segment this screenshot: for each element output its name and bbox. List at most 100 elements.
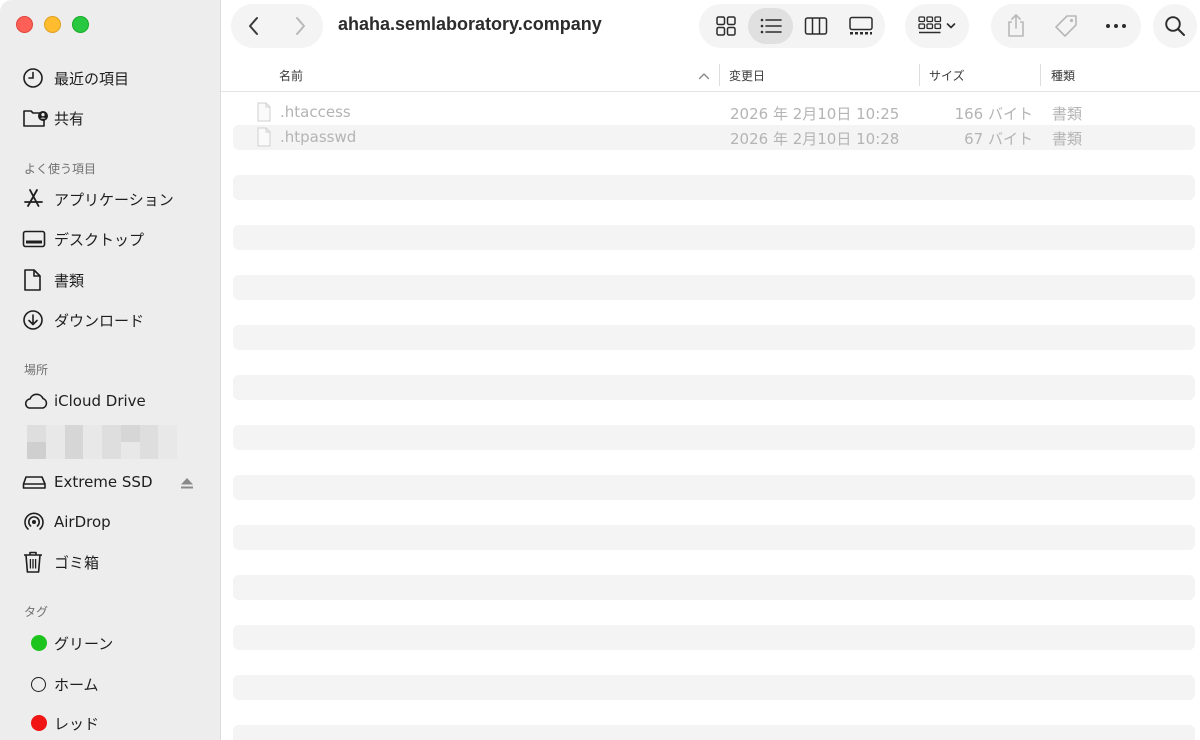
toolbar: ahaha.semlaboratory.company bbox=[221, 0, 1200, 54]
redacted-location-item[interactable] bbox=[27, 425, 177, 459]
sidebar-item-label: 最近の項目 bbox=[54, 69, 130, 88]
file-name: .htaccess bbox=[280, 103, 351, 121]
column-view-button[interactable] bbox=[793, 8, 838, 44]
chevron-left-icon bbox=[249, 17, 258, 35]
zoom-window-button[interactable] bbox=[72, 16, 89, 33]
empty-row-stripe bbox=[233, 325, 1195, 350]
file-icon bbox=[256, 127, 272, 151]
sidebar-tag-red[interactable]: レッド bbox=[22, 709, 99, 737]
column-header-name[interactable]: 名前 bbox=[279, 67, 303, 84]
sidebar-item-label: デスクトップ bbox=[54, 230, 145, 249]
sidebar-item-label: iCloud Drive bbox=[54, 392, 146, 410]
download-icon bbox=[22, 306, 54, 334]
sidebar-item-label: Extreme SSD bbox=[54, 473, 153, 491]
sidebar-item-icloud-drive[interactable]: iCloud Drive bbox=[22, 387, 146, 415]
column-header-kind[interactable]: 種類 bbox=[1051, 67, 1075, 84]
cloud-icon bbox=[22, 387, 54, 415]
green-tag-icon bbox=[22, 629, 54, 657]
columns-icon bbox=[804, 17, 827, 35]
column-divider[interactable] bbox=[1040, 64, 1041, 86]
sidebar-item-shared[interactable]: 共有 bbox=[22, 104, 84, 132]
empty-row-stripe bbox=[233, 525, 1195, 550]
locations-header: 場所 bbox=[24, 363, 49, 377]
gallery-icon bbox=[848, 16, 873, 35]
empty-row-stripe bbox=[233, 275, 1195, 300]
outline-tag-icon bbox=[22, 670, 54, 698]
forward-button[interactable] bbox=[277, 4, 323, 48]
group-by-button[interactable] bbox=[905, 4, 969, 48]
shared-folder-icon bbox=[22, 104, 54, 132]
sidebar: 最近の項目 共有 よく使う項目 アプリケーション デスクトップ 書類 ダウンロー… bbox=[0, 0, 221, 740]
file-size: 67 バイト bbox=[964, 130, 1033, 148]
search-icon bbox=[1165, 16, 1185, 36]
search-button[interactable] bbox=[1153, 4, 1197, 48]
applications-icon bbox=[22, 185, 54, 213]
sidebar-item-label: アプリケーション bbox=[54, 190, 174, 209]
sidebar-item-applications[interactable]: アプリケーション bbox=[22, 185, 174, 213]
window-title: ahaha.semlaboratory.company bbox=[338, 14, 602, 34]
back-button[interactable] bbox=[231, 4, 277, 48]
sidebar-item-extreme-ssd[interactable]: Extreme SSD bbox=[22, 468, 153, 496]
sidebar-item-trash[interactable]: ゴミ箱 bbox=[22, 548, 99, 576]
sidebar-tag-green[interactable]: グリーン bbox=[22, 629, 113, 657]
window-controls bbox=[16, 16, 89, 33]
column-header-bar: 名前 変更日 サイズ 種類 bbox=[221, 58, 1200, 92]
sidebar-tag-home[interactable]: ホーム bbox=[22, 670, 99, 698]
view-mode-selector bbox=[699, 4, 885, 48]
empty-row-stripe bbox=[233, 375, 1195, 400]
file-kind: 書類 bbox=[1052, 130, 1083, 148]
list-icon bbox=[760, 18, 782, 34]
sidebar-item-label: 書類 bbox=[54, 271, 85, 290]
desktop-icon bbox=[22, 225, 54, 253]
tag-button[interactable] bbox=[1046, 6, 1086, 46]
more-button[interactable] bbox=[1096, 6, 1136, 46]
empty-row-stripe bbox=[233, 475, 1195, 500]
empty-row-stripe bbox=[233, 675, 1195, 700]
column-header-size[interactable]: サイズ bbox=[929, 67, 965, 84]
table-row[interactable]: .htpasswd 2026 年 2月10日 10:28 67 バイト 書類 bbox=[233, 125, 1195, 150]
sidebar-item-label: グリーン bbox=[54, 634, 114, 653]
file-modified: 2026 年 2月10日 10:28 bbox=[730, 130, 900, 148]
empty-row-stripe bbox=[233, 425, 1195, 450]
sidebar-item-label: AirDrop bbox=[54, 513, 111, 531]
table-row[interactable]: .htaccess 2026 年 2月10日 10:25 166 バイト 書類 bbox=[233, 100, 1195, 125]
column-divider[interactable] bbox=[919, 64, 920, 86]
file-modified: 2026 年 2月10日 10:25 bbox=[730, 105, 900, 123]
chevron-down-icon bbox=[946, 23, 956, 29]
sidebar-item-label: 共有 bbox=[54, 109, 85, 128]
chevron-right-icon bbox=[296, 17, 305, 35]
sidebar-item-desktop[interactable]: デスクトップ bbox=[22, 225, 144, 253]
sidebar-item-label: ダウンロード bbox=[54, 311, 145, 330]
eject-icon[interactable] bbox=[180, 475, 194, 494]
sidebar-item-label: レッド bbox=[54, 714, 100, 733]
file-size: 166 バイト bbox=[954, 105, 1033, 123]
group-icon bbox=[918, 16, 942, 34]
icon-view-button[interactable] bbox=[703, 8, 748, 44]
ellipsis-icon bbox=[1106, 24, 1126, 28]
airdrop-icon bbox=[22, 508, 54, 536]
red-tag-icon bbox=[22, 709, 54, 737]
file-icon bbox=[256, 102, 272, 126]
sidebar-item-downloads[interactable]: ダウンロード bbox=[22, 306, 144, 334]
sort-ascending-icon[interactable] bbox=[698, 69, 710, 83]
share-button[interactable] bbox=[996, 6, 1036, 46]
sidebar-item-documents[interactable]: 書類 bbox=[22, 266, 84, 294]
gallery-view-button[interactable] bbox=[838, 8, 883, 44]
share-icon bbox=[1008, 14, 1024, 37]
list-view-button[interactable] bbox=[748, 8, 793, 44]
empty-row-stripe bbox=[233, 225, 1195, 250]
grid-icon bbox=[715, 16, 736, 36]
empty-row-stripe bbox=[233, 175, 1195, 200]
sidebar-item-airdrop[interactable]: AirDrop bbox=[22, 508, 111, 536]
tag-icon bbox=[1055, 15, 1077, 37]
file-kind: 書類 bbox=[1052, 105, 1083, 123]
trash-icon bbox=[22, 548, 54, 576]
minimize-window-button[interactable] bbox=[44, 16, 61, 33]
sidebar-item-label: ゴミ箱 bbox=[54, 553, 100, 572]
column-divider[interactable] bbox=[719, 64, 720, 86]
sidebar-item-recent[interactable]: 最近の項目 bbox=[22, 64, 129, 92]
document-icon bbox=[22, 266, 54, 294]
empty-row-stripe bbox=[233, 625, 1195, 650]
close-window-button[interactable] bbox=[16, 16, 33, 33]
column-header-modified[interactable]: 変更日 bbox=[729, 67, 765, 84]
